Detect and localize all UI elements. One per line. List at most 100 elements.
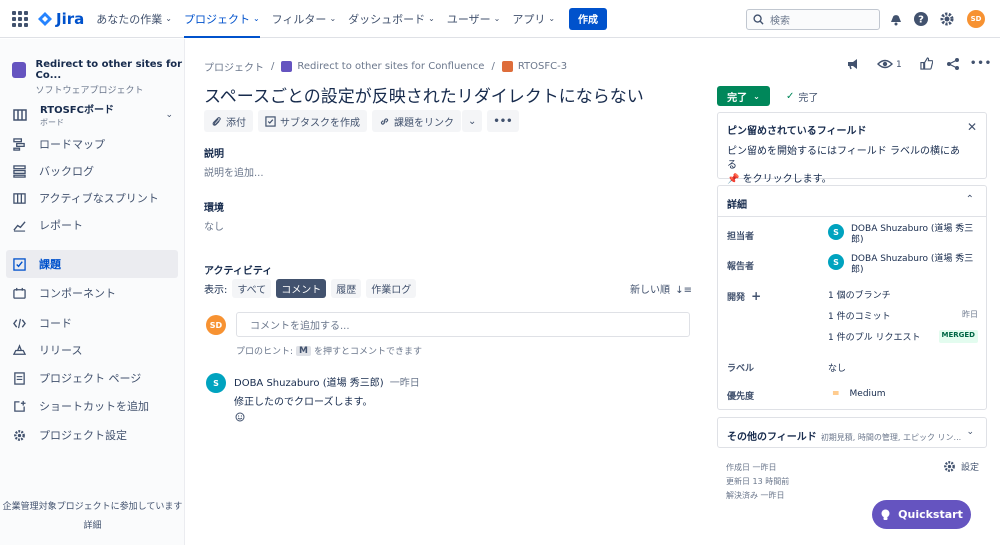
filter-worklog[interactable]: 作業ログ bbox=[366, 279, 417, 298]
created-date: 作成日 一昨日 bbox=[726, 463, 777, 472]
more-actions-button[interactable]: ••• bbox=[487, 110, 519, 132]
app-switcher-icon[interactable] bbox=[12, 10, 28, 27]
create-subtask-button[interactable]: サブタスクを作成 bbox=[258, 110, 367, 132]
details-header[interactable]: 詳細 ⌃ bbox=[718, 186, 986, 217]
breadcrumb-issue-key[interactable]: RTOSFC-3 bbox=[518, 61, 567, 72]
details-panel: 詳細 ⌃ 担当者 S DOBA Shuzaburo (道場 秀三郎) 報告者 S… bbox=[717, 185, 987, 410]
filter-history[interactable]: 履歴 bbox=[331, 279, 362, 298]
comment-input[interactable]: コメントを追加する... bbox=[236, 312, 690, 337]
search-input[interactable]: 検索 bbox=[746, 9, 880, 30]
branch-count: 1 個のブランチ bbox=[828, 291, 891, 301]
sidebar-item-roadmap[interactable]: ロードマップ bbox=[6, 130, 178, 158]
resolved-date: 解決済み 一昨日 bbox=[726, 491, 785, 500]
share-icon[interactable] bbox=[946, 57, 960, 71]
nav-label: フィルター bbox=[271, 12, 327, 26]
nav-dashboards[interactable]: ダッシュボード ⌄ bbox=[348, 0, 435, 38]
activity-heading: アクティビティ bbox=[204, 266, 273, 277]
priority-medium-icon: = bbox=[832, 389, 840, 399]
details-title: 詳細 bbox=[727, 200, 747, 211]
learn-more-link[interactable]: 詳細 bbox=[0, 518, 185, 531]
nav-apps[interactable]: アプリ ⌄ bbox=[512, 0, 555, 38]
comment-author[interactable]: DOBA Shuzaburo (道場 秀三郎) bbox=[234, 378, 384, 389]
user-avatar[interactable]: SD bbox=[967, 10, 985, 28]
attach-button[interactable]: 添付 bbox=[204, 110, 253, 132]
breadcrumb-project[interactable]: Redirect to other sites for Confluence bbox=[297, 61, 484, 72]
pin-icon: 📌 bbox=[727, 174, 740, 185]
sort-toggle[interactable]: 新しい順 ↓≡ bbox=[630, 281, 692, 296]
project-avatar-icon bbox=[12, 62, 26, 78]
commit-time: 昨日 bbox=[962, 310, 978, 319]
help-icon[interactable]: ? bbox=[913, 11, 929, 27]
watch-eye-icon[interactable] bbox=[877, 57, 893, 71]
nav-projects[interactable]: プロジェクト ⌄ bbox=[183, 0, 260, 38]
chevron-down-icon: ⌄ bbox=[493, 14, 501, 23]
comment-time: 一昨日 bbox=[389, 378, 420, 389]
more-icon: ••• bbox=[493, 115, 513, 127]
configure-button[interactable]: 設定 bbox=[943, 460, 979, 473]
environment-field[interactable]: なし bbox=[204, 218, 224, 233]
labels-value[interactable]: なし bbox=[828, 361, 846, 374]
status-button[interactable]: 完了 ⌄ bbox=[717, 86, 770, 106]
quickstart-button[interactable]: Quickstart bbox=[872, 500, 971, 529]
chevron-down-icon: ⌄ bbox=[165, 109, 173, 120]
assignee-label: 担当者 bbox=[727, 232, 755, 242]
sidebar-item-add-shortcut[interactable]: ショートカットを追加 bbox=[6, 392, 178, 420]
component-icon bbox=[13, 287, 26, 299]
pro-tip-suffix: を押すとコメントできます bbox=[314, 347, 423, 357]
like-thumbs-up-icon[interactable] bbox=[920, 57, 933, 70]
project-avatar-icon bbox=[281, 61, 293, 72]
nav-filters[interactable]: フィルター ⌄ bbox=[272, 0, 336, 38]
check-icon: ✓ bbox=[786, 91, 795, 102]
assignee-field[interactable]: S DOBA Shuzaburo (道場 秀三郎) bbox=[828, 224, 976, 246]
description-heading: 説明 bbox=[204, 149, 224, 160]
add-reaction-icon[interactable] bbox=[235, 412, 245, 422]
sidebar-item-releases[interactable]: リリース bbox=[6, 336, 178, 364]
feedback-megaphone-icon[interactable] bbox=[846, 57, 860, 71]
other-fields-panel[interactable]: その他のフィールド 初期見積, 時間の管理, エピック リン... ⌄ bbox=[717, 417, 987, 448]
sidebar-item-project-pages[interactable]: プロジェクト ページ bbox=[6, 364, 178, 392]
link-issue-button[interactable]: 課題をリンク bbox=[372, 110, 461, 132]
filter-all[interactable]: すべて bbox=[232, 279, 272, 298]
nav-people[interactable]: ユーザー ⌄ bbox=[447, 0, 500, 38]
sprint-icon bbox=[13, 192, 26, 204]
link-options-button[interactable]: ⌄ bbox=[462, 110, 483, 132]
project-header[interactable]: Redirect to other sites for Co... ソフトウェア… bbox=[12, 59, 184, 96]
commits-link[interactable]: 1 件のコミット 昨日 bbox=[828, 309, 978, 322]
other-fields-title: その他のフィールド bbox=[727, 432, 817, 443]
comment-body: 修正したのでクローズします。 bbox=[234, 397, 373, 408]
issue-title[interactable]: スペースごとの設定が反映されたリダイレクトにならない bbox=[204, 82, 644, 107]
breadcrumb-projects[interactable]: プロジェクト bbox=[204, 59, 264, 74]
close-icon[interactable]: ✕ bbox=[967, 120, 977, 134]
sidebar-item-project-settings[interactable]: プロジェクト設定 bbox=[6, 421, 178, 449]
reporter-avatar: S bbox=[828, 254, 844, 270]
settings-gear-icon[interactable] bbox=[939, 11, 955, 27]
sidebar-item-issues[interactable]: 課題 bbox=[6, 250, 178, 278]
top-navigation: Jira あなたの作業 ⌄ プロジェクト ⌄ フィルター ⌄ ダッシュボード ⌄ ユーザ… bbox=[0, 0, 1000, 38]
chevron-down-icon: ⌄ bbox=[428, 14, 435, 23]
sidebar-item-backlog[interactable]: バックログ bbox=[6, 157, 178, 185]
nav-your-work[interactable]: あなたの作業 ⌄ bbox=[96, 0, 172, 38]
sidebar-item-reports[interactable]: レポート bbox=[6, 211, 178, 239]
reporter-label: 報告者 bbox=[727, 262, 755, 272]
jira-logo[interactable]: Jira bbox=[38, 10, 84, 28]
sidebar-item-components[interactable]: コンポーネント bbox=[6, 279, 178, 307]
subtask-label: サブタスクを作成 bbox=[280, 117, 360, 129]
project-sidebar: Redirect to other sites for Co... ソフトウェア… bbox=[0, 39, 185, 545]
create-button[interactable]: 作成 bbox=[569, 7, 608, 30]
assignee-name: DOBA Shuzaburo (道場 秀三郎) bbox=[851, 224, 974, 245]
notifications-icon[interactable] bbox=[888, 11, 904, 27]
attach-label: 添付 bbox=[226, 117, 246, 129]
description-field[interactable]: 説明を追加... bbox=[204, 164, 264, 179]
branches-link[interactable]: 1 個のブランチ bbox=[828, 288, 978, 301]
updated-date: 更新日 13 時間前 bbox=[726, 477, 790, 486]
reporter-field[interactable]: S DOBA Shuzaburo (道場 秀三郎) bbox=[828, 254, 976, 276]
plus-icon[interactable]: + bbox=[751, 289, 761, 303]
board-selector[interactable]: RTOSFCボード ボード ⌄ bbox=[13, 101, 173, 128]
issue-toolbar: 添付 サブタスクを作成 課題をリンク ⌄ ••• bbox=[204, 110, 524, 132]
sidebar-item-code[interactable]: コード bbox=[6, 309, 178, 337]
more-actions-icon[interactable]: ••• bbox=[970, 58, 992, 69]
priority-field[interactable]: = Medium bbox=[832, 389, 886, 399]
filter-comments[interactable]: コメント bbox=[276, 279, 327, 298]
sidebar-item-active-sprint[interactable]: アクティブなスプリント bbox=[6, 184, 178, 212]
pull-requests-link[interactable]: 1 件のプル リクエスト MERGED bbox=[828, 330, 978, 343]
